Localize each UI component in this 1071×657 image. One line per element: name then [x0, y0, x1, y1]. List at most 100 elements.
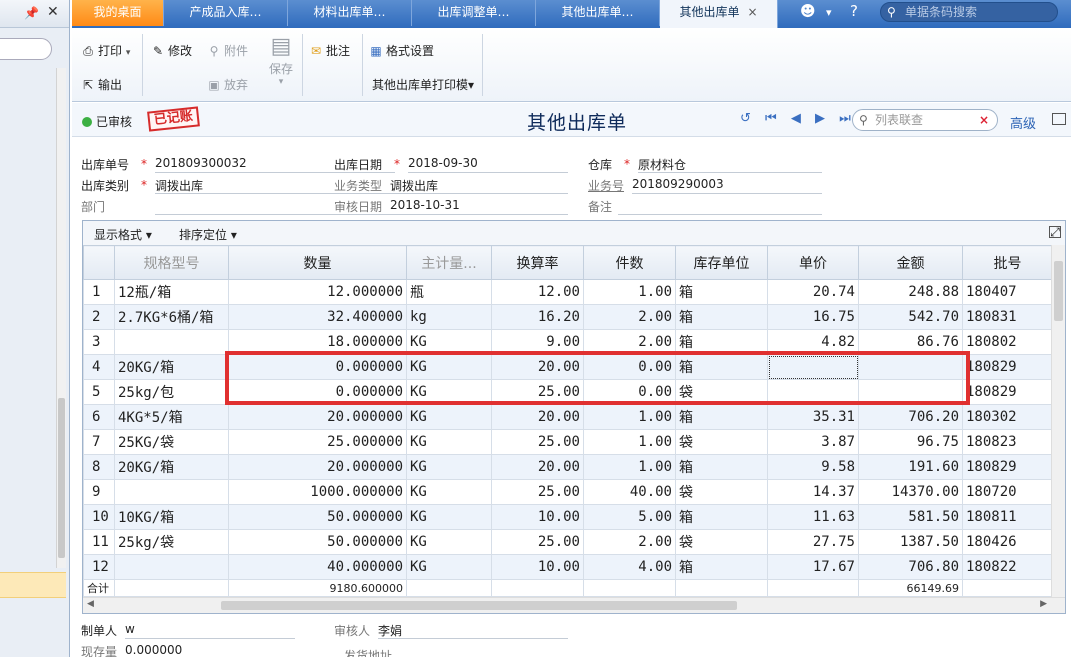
table-row[interactable]: 1 12瓶/箱 12.000000 瓶 12.00 1.00 箱 20.74 248.88 180…	[83, 279, 1053, 305]
tab-close-icon[interactable]: ×	[747, 5, 757, 19]
display-format-button[interactable]: 显示格式 ▾	[94, 226, 152, 243]
cell-spec[interactable]	[114, 479, 229, 505]
table-row[interactable]: 7 25KG/袋 25.000000 KG 25.00 1.00 袋 3.87 96.75 180…	[83, 429, 1053, 455]
cell-price[interactable]: 35.31	[767, 404, 859, 430]
cell-quantity[interactable]: 50.000000	[228, 529, 407, 555]
last-record-icon[interactable]: ⏭	[839, 111, 851, 126]
audit-date-field[interactable]: 2018-10-31	[390, 198, 568, 215]
print-template-select[interactable]: 其他出库单打印模▾	[372, 76, 474, 93]
col-header-spec[interactable]: 规格型号	[114, 245, 229, 280]
cell-price[interactable]: 17.67	[767, 554, 859, 580]
list-lookup-input[interactable]: ⚲ 列表联查 ×	[852, 109, 998, 131]
left-scrollbar[interactable]	[56, 68, 66, 568]
cell-unit[interactable]: KG	[406, 529, 492, 555]
col-header-unit[interactable]: 主计量...	[406, 245, 492, 280]
cell-quantity[interactable]: 20.000000	[228, 454, 407, 480]
col-header-amount[interactable]: 金额	[858, 245, 963, 280]
cell-rate[interactable]: 25.00	[491, 479, 584, 505]
cell-amount[interactable]: 96.75	[858, 429, 963, 455]
cell-stock-unit[interactable]: 箱	[675, 404, 768, 430]
cell-quantity[interactable]: 12.000000	[228, 279, 407, 305]
cell-amount[interactable]: 191.60	[858, 454, 963, 480]
cell-rate[interactable]: 10.00	[491, 554, 584, 580]
cell-batch[interactable]: 180407	[962, 279, 1053, 305]
warehouse-field[interactable]: 原材料仓	[638, 156, 822, 173]
tab-out-adjust[interactable]: 出库调整单…	[412, 0, 536, 26]
cell-amount[interactable]: 248.88	[858, 279, 963, 305]
scroll-thumb[interactable]	[58, 398, 65, 558]
cell-stock-unit[interactable]: 箱	[675, 554, 768, 580]
smiley-icon[interactable]: ☻	[800, 2, 816, 20]
cell-spec[interactable]: 25KG/袋	[114, 429, 229, 455]
cell-unit[interactable]: KG	[406, 429, 492, 455]
cell-price[interactable]: 16.75	[767, 304, 859, 330]
cell-spec[interactable]: 12瓶/箱	[114, 279, 229, 305]
cell-amount[interactable]: 14370.00	[858, 479, 963, 505]
cell-batch[interactable]: 180720	[962, 479, 1053, 505]
cell-stock-unit[interactable]: 箱	[675, 504, 768, 530]
cell-price[interactable]: 11.63	[767, 504, 859, 530]
cell-batch[interactable]: 180811	[962, 504, 1053, 530]
table-row[interactable]: 2 2.7KG*6桶/箱 32.400000 kg 16.20 2.00 箱 16.75 542…	[83, 304, 1053, 330]
cell-stock-unit[interactable]: 袋	[675, 529, 768, 555]
cell-batch[interactable]: 180302	[962, 404, 1053, 430]
cell-unit[interactable]: KG	[406, 554, 492, 580]
cell-quantity[interactable]: 32.400000	[228, 304, 407, 330]
layout-icon[interactable]	[1052, 113, 1066, 125]
cell-quantity[interactable]: 20.000000	[228, 404, 407, 430]
cell-amount[interactable]: 1387.50	[858, 529, 963, 555]
clear-icon[interactable]: ×	[979, 110, 989, 130]
format-settings-button[interactable]: ▦ 格式设置	[368, 42, 434, 59]
cell-stock-unit[interactable]: 箱	[675, 454, 768, 480]
next-record-icon[interactable]: ▶	[815, 111, 825, 126]
save-button[interactable]: ▤ 保存 ▾	[268, 34, 294, 87]
cell-spec[interactable]	[114, 329, 229, 355]
cell-quantity[interactable]: 40.000000	[228, 554, 407, 580]
cell-unit[interactable]: kg	[406, 304, 492, 330]
table-row[interactable]: 10 10KG/箱 50.000000 KG 10.00 5.00 箱 11.63 581.50…	[83, 504, 1053, 530]
table-row[interactable]: 9 1000.000000 KG 25.00 40.00 袋 14.37 14370.00 18…	[83, 479, 1053, 505]
grid-vertical-scrollbar[interactable]	[1051, 245, 1065, 597]
col-header-batch[interactable]: 批号	[962, 245, 1053, 280]
cell-spec[interactable]: 4KG*5/箱	[114, 404, 229, 430]
cell-price[interactable]: 20.74	[767, 279, 859, 305]
export-button[interactable]: ⇱ 输出	[80, 76, 122, 93]
expand-icon[interactable]: ⤢	[1049, 226, 1061, 238]
cell-pieces[interactable]: 1.00	[583, 279, 676, 305]
cell-batch[interactable]: 180829	[962, 379, 1053, 405]
sort-locate-button[interactable]: 排序定位 ▾	[179, 226, 237, 243]
cell-batch[interactable]: 180831	[962, 304, 1053, 330]
cell-spec[interactable]: 20KG/箱	[114, 354, 229, 380]
date-field[interactable]: 2018-09-30	[408, 156, 568, 173]
tab-finished-goods-in[interactable]: 产成品入库…	[164, 0, 288, 26]
barcode-search-input[interactable]: ⚲ 单据条码搜索	[880, 2, 1058, 22]
left-search-input[interactable]	[0, 38, 52, 60]
cell-pieces[interactable]: 2.00	[583, 529, 676, 555]
cell-stock-unit[interactable]: 袋	[675, 429, 768, 455]
print-button[interactable]: ⎙ 打印 ▾	[80, 42, 130, 59]
cell-unit[interactable]: 瓶	[406, 279, 492, 305]
scroll-left-icon[interactable]: ◀	[87, 599, 94, 609]
cell-quantity[interactable]: 1000.000000	[228, 479, 407, 505]
scroll-thumb[interactable]	[1054, 261, 1063, 321]
prev-record-icon[interactable]: ◀	[791, 111, 801, 126]
dropdown-arrow-icon[interactable]: ▾	[826, 6, 832, 19]
cell-spec[interactable]: 2.7KG*6桶/箱	[114, 304, 229, 330]
discard-button[interactable]: ▣ 放弃	[206, 76, 248, 93]
tab-other-out[interactable]: 其他出库单 ×	[660, 0, 778, 28]
biz-no-link[interactable]: 业务号	[588, 177, 624, 194]
cell-pieces[interactable]: 4.00	[583, 554, 676, 580]
cell-batch[interactable]: 180823	[962, 429, 1053, 455]
biz-type-field[interactable]: 调拨出库	[390, 177, 568, 194]
col-header-qty[interactable]: 数量	[228, 245, 407, 280]
dropdown-arrow-icon[interactable]: ▾	[268, 77, 294, 87]
cell-rate[interactable]: 20.00	[491, 404, 584, 430]
tab-desktop[interactable]: 我的桌面	[72, 0, 164, 26]
cell-quantity[interactable]: 50.000000	[228, 504, 407, 530]
cell-spec[interactable]: 20KG/箱	[114, 454, 229, 480]
col-header-rate[interactable]: 换算率	[491, 245, 584, 280]
cell-pieces[interactable]: 1.00	[583, 454, 676, 480]
cell-quantity[interactable]: 25.000000	[228, 429, 407, 455]
cell-amount[interactable]: 706.80	[858, 554, 963, 580]
remark-field[interactable]	[618, 198, 822, 215]
